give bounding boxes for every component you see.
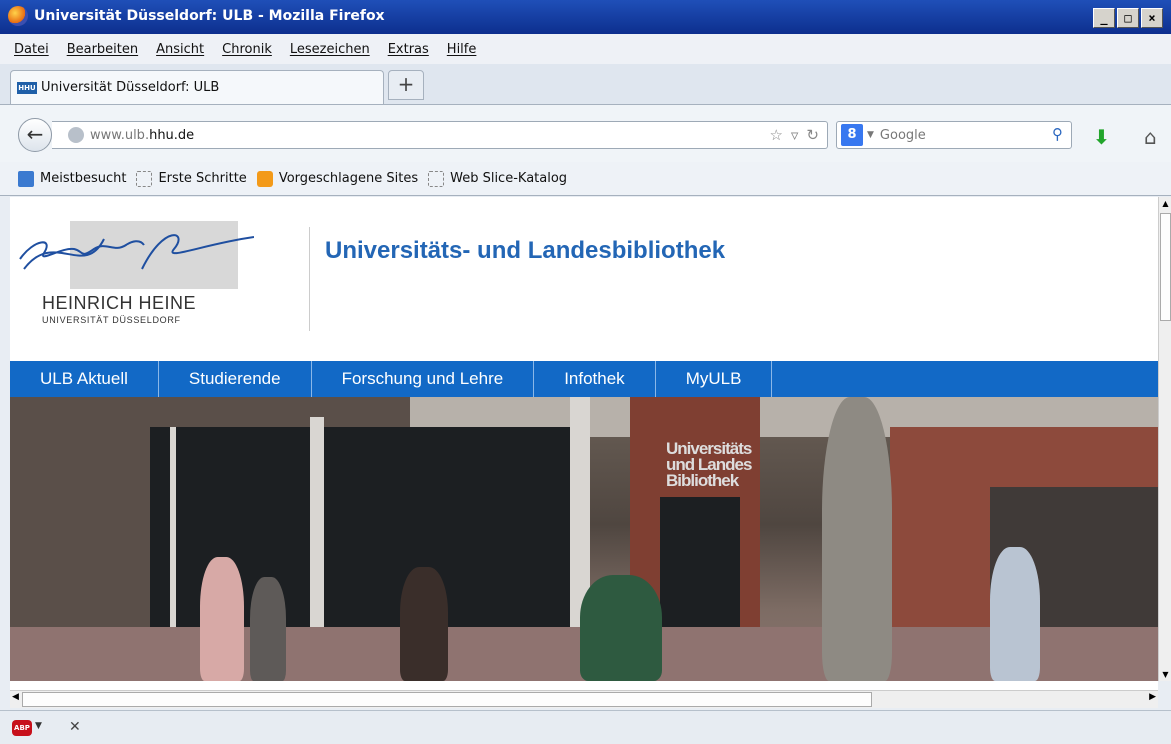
- bookmark-web-slice-katalog[interactable]: Web Slice-Katalog: [428, 170, 568, 187]
- globe-icon: [68, 127, 84, 143]
- page-icon: [136, 170, 153, 187]
- bookmark-star-icon[interactable]: ☆: [769, 126, 782, 144]
- navigation-toolbar: www.ulb.hhu.de ☆ ▿ ↻ ← 8 ▼ Google ⚲ ⬇ ⌂: [0, 104, 1171, 162]
- search-placeholder: Google: [879, 127, 926, 143]
- vertical-scroll-thumb[interactable]: [1160, 213, 1171, 321]
- bookmark-label: Web Slice-Katalog: [450, 171, 568, 186]
- bookmark-vorgeschlagene-sites[interactable]: Vorgeschlagene Sites: [256, 170, 419, 187]
- search-icon[interactable]: ⚲: [1052, 125, 1063, 143]
- adblock-dropdown-icon[interactable]: ▼: [35, 721, 42, 731]
- tab-active[interactable]: HHU Universität Düsseldorf: ULB: [10, 70, 384, 104]
- hero-pillar: [170, 427, 176, 627]
- horizontal-scrollbar[interactable]: ◀ ▶: [10, 690, 1158, 708]
- library-sign: Universitäts und Landes Bibliothek: [666, 440, 752, 490]
- heine-signature-icon: [19, 234, 254, 270]
- horizontal-scroll-thumb[interactable]: [22, 692, 872, 707]
- addon-bar: ABP ▼ ✕: [0, 710, 1171, 744]
- menu-hilfe[interactable]: Hilfe: [447, 42, 477, 57]
- site-title: Universitäts- und Landesbibliothek: [325, 237, 726, 264]
- hero-image: Universitäts und Landes Bibliothek: [10, 397, 1158, 681]
- bookmark-label: Erste Schritte: [158, 171, 247, 186]
- library-sign-line: Bibliothek: [666, 471, 739, 490]
- hero-person: [580, 575, 662, 681]
- hero-person: [250, 577, 286, 681]
- bookmark-label: Meistbesucht: [40, 171, 127, 186]
- home-icon[interactable]: ⌂: [1144, 125, 1157, 149]
- url-domain: hhu.de: [149, 127, 195, 143]
- hhu-logo[interactable]: HEINRICH HEINE UNIVERSITÄT DÜSSELDORF: [12, 211, 254, 331]
- menu-lesezeichen[interactable]: Lesezeichen: [290, 42, 370, 57]
- hero-pillar: [310, 417, 324, 627]
- breadcrumb-partial: [10, 681, 1158, 690]
- url-text: www.ulb.hhu.de: [90, 128, 194, 143]
- menu-datei[interactable]: Datei: [14, 42, 49, 57]
- suggested-sites-icon: [256, 170, 273, 187]
- hero-entrance: [660, 497, 740, 627]
- logo-name: HEINRICH HEINE: [42, 293, 197, 313]
- menu-ansicht[interactable]: Ansicht: [156, 42, 204, 57]
- close-window-button[interactable]: ×: [1141, 8, 1163, 28]
- scroll-up-arrow-icon[interactable]: ▲: [1160, 199, 1171, 208]
- reload-icon[interactable]: ↻: [806, 126, 819, 144]
- tab-strip: HHU Universität Düsseldorf: ULB +: [0, 64, 1171, 104]
- search-bar[interactable]: 8 ▼ Google ⚲: [836, 121, 1072, 149]
- heine-statue: [822, 397, 892, 681]
- close-addon-bar-icon[interactable]: ✕: [69, 719, 81, 735]
- adblock-plus-icon[interactable]: ABP: [12, 720, 32, 736]
- url-bar[interactable]: www.ulb.hhu.de ☆ ▿ ↻: [52, 121, 828, 149]
- bookmark-erste-schritte[interactable]: Erste Schritte: [136, 170, 247, 187]
- url-prefix: www.ulb.: [90, 127, 150, 143]
- window-titlebar: Universität Düsseldorf: ULB - Mozilla Fi…: [0, 0, 1171, 34]
- vertical-scrollbar[interactable]: ▲ ▼: [1158, 197, 1171, 681]
- nav-forschung-und-lehre[interactable]: Forschung und Lehre: [312, 361, 535, 397]
- scroll-down-arrow-icon[interactable]: ▼: [1160, 670, 1171, 679]
- minimize-button[interactable]: _: [1093, 8, 1115, 28]
- bookmark-label: Vorgeschlagene Sites: [278, 171, 419, 186]
- nav-studierende[interactable]: Studierende: [159, 361, 312, 397]
- window-title: Universität Düsseldorf: ULB - Mozilla Fi…: [34, 8, 385, 24]
- bookmark-meistbesucht[interactable]: Meistbesucht: [18, 170, 127, 187]
- google-plus-engine-icon[interactable]: 8: [841, 124, 863, 146]
- new-tab-button[interactable]: +: [388, 70, 424, 100]
- maximize-button[interactable]: □: [1117, 8, 1139, 28]
- history-dropdown-icon[interactable]: ▿: [791, 126, 799, 144]
- nav-myulb[interactable]: MyULB: [656, 361, 773, 397]
- menu-bar: Datei Bearbeiten Ansicht Chronik Lesezei…: [0, 34, 1171, 64]
- bookmarks-toolbar: Meistbesucht Erste Schritte Vorgeschlage…: [0, 162, 1171, 196]
- hero-person: [200, 557, 244, 681]
- page-icon: [428, 170, 445, 187]
- engine-dropdown-icon[interactable]: ▼: [867, 130, 874, 140]
- scroll-right-arrow-icon[interactable]: ▶: [1149, 692, 1156, 702]
- most-visited-icon: [18, 170, 34, 187]
- page-content: HEINRICH HEINE UNIVERSITÄT DÜSSELDORF Un…: [10, 197, 1158, 681]
- menu-extras[interactable]: Extras: [388, 42, 429, 57]
- window-controls: _ □ ×: [1093, 8, 1163, 28]
- back-arrow-icon: ←: [26, 122, 44, 146]
- nav-infothek[interactable]: Infothek: [534, 361, 656, 397]
- menu-bearbeiten[interactable]: Bearbeiten: [67, 42, 138, 57]
- download-icon[interactable]: ⬇: [1093, 125, 1110, 149]
- url-actions: ☆ ▿ ↻: [769, 126, 819, 144]
- scroll-left-arrow-icon[interactable]: ◀: [12, 692, 19, 702]
- menu-chronik[interactable]: Chronik: [222, 42, 272, 57]
- hero-person: [400, 567, 448, 681]
- back-button[interactable]: ←: [18, 118, 52, 152]
- logo-subtitle: UNIVERSITÄT DÜSSELDORF: [42, 315, 181, 325]
- nav-ulb-aktuell[interactable]: ULB Aktuell: [10, 361, 159, 397]
- hhu-favicon-icon: HHU: [17, 81, 37, 94]
- main-navigation: ULB Aktuell Studierende Forschung und Le…: [10, 361, 1158, 397]
- tab-title: Universität Düsseldorf: ULB: [41, 80, 220, 95]
- hero-person: [990, 547, 1040, 681]
- firefox-logo-icon: [8, 6, 28, 26]
- header-divider: [309, 227, 310, 331]
